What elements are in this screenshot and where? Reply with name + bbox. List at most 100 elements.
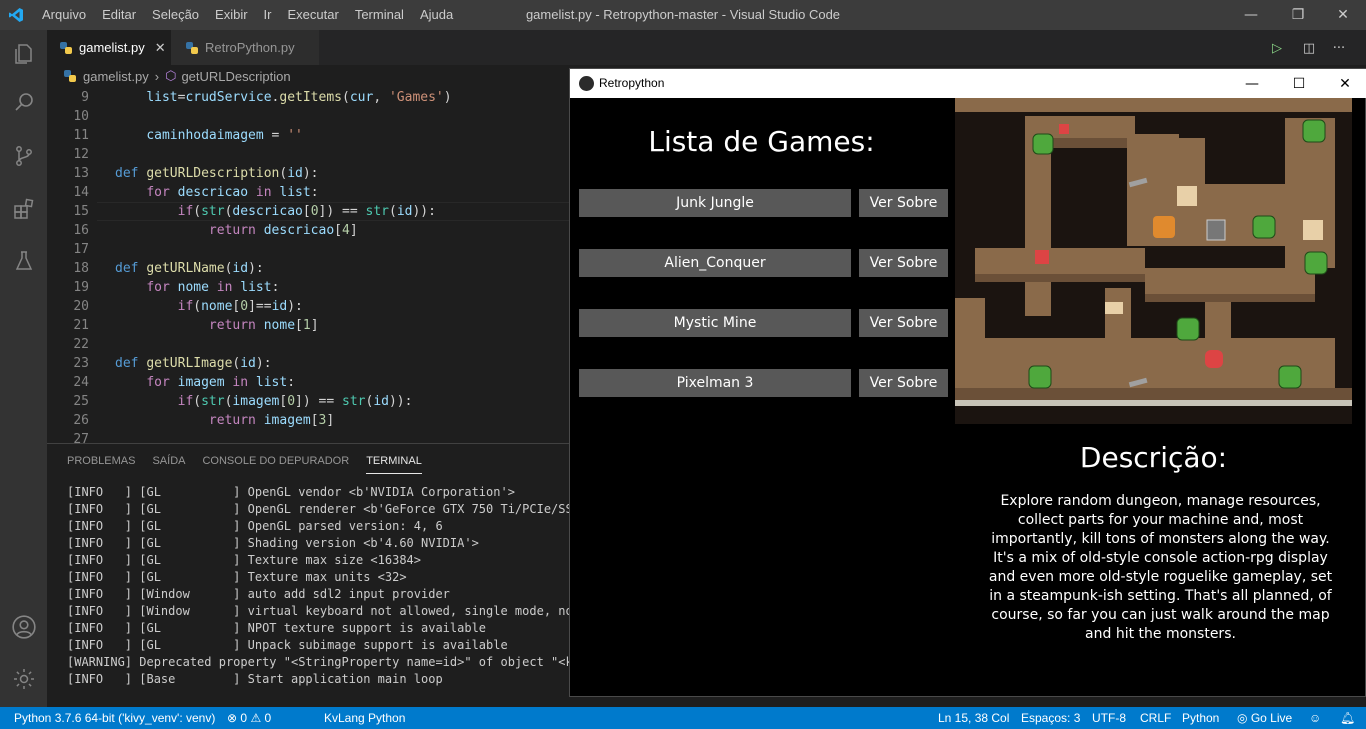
breadcrumb-file[interactable]: gamelist.py bbox=[83, 69, 149, 84]
code-line: 21 return nome[1] bbox=[47, 316, 569, 335]
python-file-icon bbox=[64, 70, 76, 82]
description-text: Explore random dungeon, manage resources… bbox=[988, 493, 1333, 642]
breadcrumb-symbol[interactable]: getURLDescription bbox=[181, 69, 290, 84]
go-live[interactable]: ◎ Go Live bbox=[1237, 711, 1292, 725]
restore-button[interactable]: ❐ bbox=[1275, 0, 1321, 30]
code-line: 20 if(nome[0]==id): bbox=[47, 297, 569, 316]
run-icon[interactable]: ▷ bbox=[1266, 37, 1288, 59]
code-line: 22 bbox=[47, 335, 569, 354]
code-text: list=crudService.getItems(cur, 'Games') bbox=[146, 90, 452, 105]
tab-saida[interactable]: SAÍDA bbox=[152, 455, 185, 474]
settings-gear-icon[interactable] bbox=[0, 655, 47, 703]
split-editor-icon[interactable]: ◫ bbox=[1298, 37, 1320, 59]
problems-count[interactable]: ⊗ 0 ⚠ 0 bbox=[227, 711, 271, 725]
tab-label: gamelist.py bbox=[79, 40, 145, 55]
source-control-icon[interactable] bbox=[0, 132, 47, 180]
code-text: def getURLDescription(id): bbox=[115, 166, 319, 181]
close-button[interactable]: ✕ bbox=[1320, 0, 1366, 30]
line-number: 21 bbox=[73, 318, 89, 333]
vscode-logo-icon bbox=[9, 8, 23, 22]
ver-sobre-button[interactable]: Ver Sobre bbox=[859, 249, 948, 277]
app-title-bar: Retropython — ☐ ✕ bbox=[570, 69, 1366, 98]
menu-executar[interactable]: Executar bbox=[280, 0, 347, 30]
search-icon[interactable] bbox=[0, 78, 47, 126]
terminal-line: [INFO ] [Base ] Start application main l… bbox=[67, 672, 443, 686]
menu-editar[interactable]: Editar bbox=[94, 0, 144, 30]
language-mode[interactable]: Python bbox=[1182, 711, 1219, 725]
notifications-bell-icon[interactable]: 🔔︎ bbox=[1340, 711, 1355, 725]
explorer-icon[interactable] bbox=[0, 30, 47, 78]
line-number: 25 bbox=[73, 394, 89, 409]
app-title: Retropython bbox=[599, 76, 665, 90]
minimize-button[interactable]: — bbox=[1228, 0, 1274, 30]
encoding[interactable]: UTF-8 bbox=[1092, 711, 1126, 725]
line-number: 19 bbox=[73, 280, 89, 295]
terminal-line: [INFO ] [GL ] Shading version <b'4.60 NV… bbox=[67, 536, 479, 550]
game-button-mystic-mine[interactable]: Mystic Mine bbox=[579, 309, 851, 337]
code-text: def getURLImage(id): bbox=[115, 356, 272, 371]
menu-bar: Arquivo Editar Seleção Exibir Ir Executa… bbox=[34, 0, 461, 30]
kvlang-extension[interactable]: KvLang Python bbox=[324, 711, 405, 725]
warning-icon: ⚠ bbox=[250, 711, 262, 725]
terminal-line: [INFO ] [Window ] auto add sdl2 input pr… bbox=[67, 587, 450, 601]
line-ending[interactable]: CRLF bbox=[1140, 711, 1171, 725]
app-minimize-button[interactable]: — bbox=[1229, 69, 1275, 98]
warning-count: 0 bbox=[264, 711, 272, 725]
menu-terminal[interactable]: Terminal bbox=[347, 0, 412, 30]
description-title: Descrição: bbox=[1079, 441, 1228, 474]
line-number: 15 bbox=[73, 204, 89, 219]
app-icon bbox=[579, 76, 594, 91]
code-line: 27 bbox=[47, 430, 569, 443]
feedback-icon[interactable]: ☺ bbox=[1309, 711, 1321, 725]
python-interpreter[interactable]: Python 3.7.6 64-bit ('kivy_venv': venv) bbox=[14, 711, 215, 725]
game-button-alien-conquer[interactable]: Alien_Conquer bbox=[579, 249, 851, 277]
indentation[interactable]: Espaços: 3 bbox=[1021, 711, 1080, 725]
python-file-icon bbox=[60, 41, 72, 54]
code-text: if(str(imagem[0]) == str(id)): bbox=[177, 394, 413, 409]
app-close-button[interactable]: ✕ bbox=[1322, 69, 1366, 98]
code-line: 12 bbox=[47, 145, 569, 164]
error-icon: ⊗ bbox=[227, 711, 238, 725]
menu-ajuda[interactable]: Ajuda bbox=[412, 0, 461, 30]
panel-tabs: PROBLEMAS SAÍDA CONSOLE DO DEPURADOR TER… bbox=[67, 455, 439, 474]
code-text: return nome[1] bbox=[208, 318, 319, 333]
code-text: if(nome[0]==id): bbox=[177, 299, 303, 314]
code-text: for descricao in list: bbox=[146, 185, 319, 200]
game-button-junk-jungle[interactable]: Junk Jungle bbox=[579, 189, 851, 217]
menu-ir[interactable]: Ir bbox=[256, 0, 280, 30]
terminal-line: [INFO ] [GL ] OpenGL vendor <b'NVIDIA Co… bbox=[67, 485, 515, 499]
game-button-pixelman-3[interactable]: Pixelman 3 bbox=[579, 369, 851, 397]
terminal-line: [INFO ] [GL ] NPOT texture support is av… bbox=[67, 621, 487, 635]
error-count: 0 bbox=[240, 711, 248, 725]
code-line: 15 if(str(descricao[0]) == str(id)): bbox=[47, 202, 569, 221]
tab-problemas[interactable]: PROBLEMAS bbox=[67, 455, 135, 474]
go-live-label: Go Live bbox=[1250, 711, 1293, 725]
menu-arquivo[interactable]: Arquivo bbox=[34, 0, 94, 30]
tab-retropython[interactable]: RetroPython.py bbox=[171, 30, 319, 65]
code-editor[interactable]: 9 list=crudService.getItems(cur, 'Games'… bbox=[47, 87, 569, 443]
tab-gamelist[interactable]: gamelist.py ✕ bbox=[47, 30, 171, 65]
extensions-icon[interactable] bbox=[0, 185, 47, 233]
account-icon[interactable] bbox=[0, 603, 47, 651]
testing-flask-icon[interactable] bbox=[0, 237, 47, 285]
ver-sobre-button[interactable]: Ver Sobre bbox=[859, 309, 948, 337]
tab-console-depurador[interactable]: CONSOLE DO DEPURADOR bbox=[202, 455, 349, 474]
cursor-position[interactable]: Ln 15, 38 Col bbox=[938, 711, 1009, 725]
menu-selecao[interactable]: Seleção bbox=[144, 0, 207, 30]
line-number: 23 bbox=[73, 356, 89, 371]
terminal-line: [INFO ] [GL ] Unpack subimage support is… bbox=[67, 638, 508, 652]
game-screenshot-image bbox=[955, 98, 1352, 424]
code-text: def getURLName(id): bbox=[115, 261, 264, 276]
code-line: 14 for descricao in list: bbox=[47, 183, 569, 202]
ver-sobre-button[interactable]: Ver Sobre bbox=[859, 369, 948, 397]
terminal-line: [INFO ] [GL ] Texture max units <32> bbox=[67, 570, 407, 584]
close-tab-icon[interactable]: ✕ bbox=[155, 40, 166, 56]
terminal-output[interactable]: [INFO ] [GL ] OpenGL vendor <b'NVIDIA Co… bbox=[67, 484, 569, 704]
tab-terminal[interactable]: TERMINAL bbox=[366, 455, 422, 474]
line-number: 9 bbox=[81, 90, 89, 105]
app-maximize-button[interactable]: ☐ bbox=[1276, 69, 1322, 98]
ver-sobre-button[interactable]: Ver Sobre bbox=[859, 189, 948, 217]
more-actions-icon[interactable]: ··· bbox=[1328, 37, 1350, 59]
menu-exibir[interactable]: Exibir bbox=[207, 0, 256, 30]
code-line: 11 caminhodaimagem = '' bbox=[47, 126, 569, 145]
